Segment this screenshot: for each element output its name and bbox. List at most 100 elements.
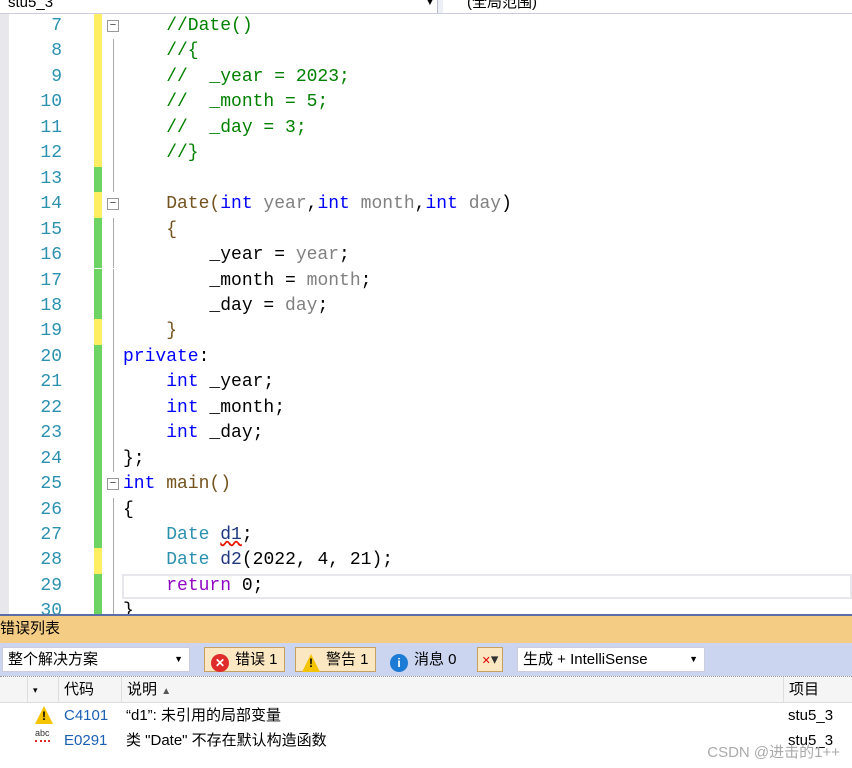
- scope-name: (全局范围): [467, 0, 537, 11]
- code-token: d2: [220, 550, 242, 571]
- column-code[interactable]: 代码: [58, 677, 121, 703]
- column-project[interactable]: 项目: [783, 677, 852, 703]
- chevron-down-icon[interactable]: ▼: [425, 0, 435, 8]
- code-token: _day;: [198, 423, 264, 444]
- line-number: 26: [40, 499, 62, 520]
- warnings-filter-button[interactable]: ! 警告 1: [295, 647, 376, 672]
- change-indicator: [94, 293, 102, 320]
- code-line[interactable]: 17 _month = month;: [0, 268, 852, 294]
- change-indicator: [94, 90, 102, 116]
- code-token: //{: [123, 41, 199, 62]
- code-line[interactable]: 20 private:: [0, 344, 852, 371]
- code-line[interactable]: 11 // _day = 3;: [0, 115, 852, 142]
- outline-line: [113, 573, 114, 600]
- code-token: main(): [155, 474, 232, 495]
- code-text: int main(): [123, 472, 231, 497]
- code-line[interactable]: 23 int _day;: [0, 421, 852, 447]
- error-code-link[interactable]: C4101: [64, 703, 108, 728]
- collapse-icon[interactable]: −: [107, 20, 119, 32]
- code-line[interactable]: 18 _day = day;: [0, 293, 852, 320]
- code-line[interactable]: 21 int _year;: [0, 370, 852, 396]
- error-row[interactable]: ! C4101 “d1”: 未引用的局部变量 stu5_3: [0, 703, 852, 728]
- code-line[interactable]: 7 − //Date(): [0, 14, 852, 40]
- line-number: 13: [40, 168, 62, 189]
- line-number: 10: [40, 92, 62, 113]
- line-number: 23: [40, 423, 62, 444]
- outline-line: [113, 319, 114, 345]
- outline-line: [113, 293, 114, 320]
- line-number: 21: [40, 372, 62, 393]
- code-line[interactable]: 12 //}: [0, 141, 852, 167]
- code-token: int: [317, 194, 350, 215]
- code-line[interactable]: 9 // _year = 2023;: [0, 64, 852, 91]
- code-text: Date(int year,int month,int day): [123, 192, 512, 217]
- line-number: 12: [40, 143, 62, 164]
- column-description[interactable]: 说明 ▲: [121, 677, 783, 703]
- code-token: ;: [360, 270, 372, 291]
- messages-filter-button[interactable]: i 消息 0: [383, 647, 464, 672]
- code-line[interactable]: 16 _year = year;: [0, 243, 852, 269]
- code-line[interactable]: 14− Date(int year,int month,int day): [0, 192, 852, 218]
- code-line[interactable]: 28 Date d2(2022, 4, 21);: [0, 548, 852, 574]
- code-token: ): [501, 194, 512, 215]
- change-indicator: [94, 192, 102, 218]
- code-text: _year = year;: [123, 243, 349, 268]
- scope-select[interactable]: 整个解决方案 ▼: [2, 647, 190, 672]
- code-editor[interactable]: 7− //Date() 8 //{9 // _year = 2023; 10 // …: [0, 14, 852, 614]
- code-text: // _day = 3;: [123, 116, 306, 141]
- code-token: //}: [123, 143, 199, 164]
- change-indicator: [94, 217, 102, 244]
- code-line[interactable]: 25 − int main(): [0, 472, 852, 498]
- code-line[interactable]: 30}: [0, 599, 852, 614]
- error-description: 类 "Date" 不存在默认构造函数: [126, 732, 327, 749]
- line-number: 29: [40, 575, 62, 596]
- change-indicator: [94, 243, 102, 269]
- code-text: //{: [123, 39, 199, 64]
- collapse-icon[interactable]: −: [107, 198, 119, 211]
- code-text: return 0;: [123, 574, 263, 599]
- outline-line: [113, 599, 114, 614]
- code-line[interactable]: 27 Date d1;: [0, 523, 852, 549]
- outline-line: [113, 141, 114, 167]
- change-indicator: [94, 319, 102, 345]
- scope-dropdown[interactable]: (全局范围): [443, 0, 852, 13]
- code-line[interactable]: 22 int _month;: [0, 395, 852, 422]
- code-token: ,: [414, 194, 426, 215]
- column-description-label: 说明: [127, 681, 158, 698]
- project-dropdown[interactable]: stu5_3: [0, 0, 438, 13]
- clear-filter-button[interactable]: ✕▾: [477, 647, 503, 672]
- line-number: 16: [40, 245, 62, 266]
- source-select[interactable]: 生成 + IntelliSense ▼: [517, 647, 705, 672]
- error-description: “d1”: 未引用的局部变量: [126, 707, 282, 724]
- column-icon[interactable]: ▾: [27, 677, 57, 703]
- code-token: Date: [166, 550, 210, 571]
- code-text: //}: [123, 141, 199, 166]
- code-token: ,: [306, 194, 318, 215]
- line-number: 19: [40, 321, 62, 342]
- code-line[interactable]: 26 {: [0, 497, 852, 523]
- code-line[interactable]: 8 //{: [0, 39, 852, 65]
- code-line[interactable]: 13: [0, 166, 852, 193]
- code-text: Date d2(2022, 4, 21);: [123, 548, 393, 573]
- outline-line: [113, 39, 114, 65]
- info-icon: i: [390, 654, 408, 672]
- code-line[interactable]: 19 }: [0, 319, 852, 345]
- code-line[interactable]: 10 // _month = 5;: [0, 90, 852, 116]
- error-code-link[interactable]: E0291: [64, 728, 107, 753]
- change-indicator: [94, 421, 102, 447]
- code-line[interactable]: 15 {: [0, 217, 852, 244]
- outline-line: [113, 548, 114, 574]
- errors-filter-button[interactable]: ✕ 错误 1: [204, 647, 285, 672]
- collapse-icon[interactable]: −: [107, 478, 119, 491]
- panel-title: 错误列表: [0, 616, 852, 643]
- code-text: int _year;: [123, 370, 274, 395]
- sort-ascending-icon: ▲: [161, 686, 172, 697]
- code-line[interactable]: 29 return 0;: [0, 573, 852, 600]
- code-text: {: [123, 498, 134, 523]
- code-line[interactable]: 24};: [0, 446, 852, 473]
- code-token: _day =: [123, 295, 286, 316]
- outline-line: [113, 370, 114, 396]
- error-project: stu5_3: [788, 707, 834, 724]
